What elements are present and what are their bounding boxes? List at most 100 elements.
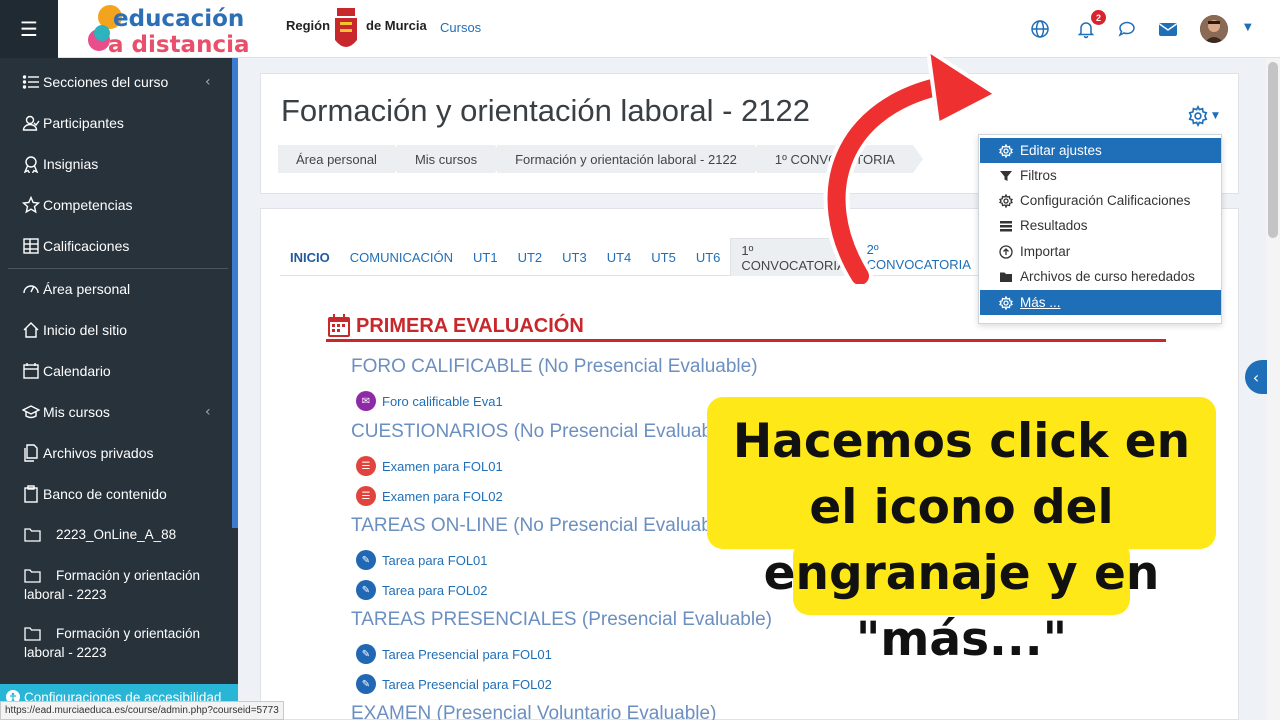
sidebar-folder[interactable]: 2223_OnLine_A_88 — [24, 525, 220, 544]
course-settings-dropdown: Editar ajustes Filtros Configuración Cal… — [978, 134, 1222, 324]
assignment-icon: ✎ — [356, 644, 376, 664]
gear-icon — [999, 193, 1013, 208]
sidebar-item-label: Calificaciones — [43, 238, 130, 254]
user-avatar[interactable] — [1200, 15, 1228, 43]
sidebar-item-label: Secciones del curso — [43, 74, 169, 90]
sidebar-item-calendario[interactable]: Calendario — [22, 359, 222, 383]
sidebar-item-participantes[interactable]: Participantes — [22, 111, 222, 135]
sidebar-folder[interactable]: Formación y orientación laboral - 2223 — [24, 566, 220, 604]
chevron-down-icon: ▼ — [1212, 111, 1219, 121]
tab-ut2[interactable]: UT2 — [508, 238, 553, 276]
activity-link[interactable]: ✉ Foro calificable Eva1 — [356, 391, 503, 411]
upload-icon — [999, 244, 1013, 259]
breadcrumb-item[interactable]: Mis cursos — [396, 145, 506, 173]
scrollbar-thumb[interactable] — [1268, 62, 1278, 238]
sidebar-item-inicio[interactable]: Inicio del sitio — [22, 318, 222, 342]
sidebar-item-mis-cursos[interactable]: Mis cursos — [22, 400, 222, 424]
activity-link[interactable]: ☰ Examen para FOL02 — [356, 486, 503, 506]
quiz-icon: ☰ — [356, 486, 376, 506]
callout-text: Hacemos click en el icono del engranaje … — [732, 414, 1191, 667]
mail-icon[interactable] — [1158, 19, 1178, 39]
breadcrumb-item[interactable]: Área personal — [278, 145, 405, 173]
breadcrumb-item[interactable]: Formación y orientación laboral - 2122 — [497, 145, 765, 173]
sidebar-item-banco-contenido[interactable]: Banco de contenido — [22, 482, 222, 506]
menu-toggle-icon[interactable]: ☰ — [0, 0, 58, 58]
chevron-left-icon[interactable]: ‹ — [205, 404, 211, 420]
section-title: TAREAS ON-LINE (No Presencial Evaluable) — [351, 515, 733, 536]
annotation-arrow — [823, 48, 998, 284]
user-menu-caret-icon[interactable]: ▼ — [1244, 22, 1252, 33]
menu-item-importar[interactable]: Importar — [980, 239, 1221, 264]
sidebar-item-area-personal[interactable]: Área personal — [22, 277, 222, 301]
murcia-crest-logo — [335, 8, 357, 47]
tab-ut5[interactable]: UT5 — [641, 238, 686, 276]
folder-icon — [1000, 272, 1012, 282]
tab-inicio[interactable]: INICIO — [280, 238, 340, 276]
activity-link[interactable]: ✎ Tarea Presencial para FOL02 — [356, 674, 552, 694]
sidebar-divider — [8, 268, 228, 269]
menu-item-editar-ajustes[interactable]: Editar ajustes — [980, 138, 1221, 163]
svg-text:educación: educación — [113, 6, 244, 32]
home-icon — [23, 322, 39, 338]
menu-item-mas[interactable]: Más ... — [980, 290, 1221, 315]
filter-icon — [1000, 170, 1012, 181]
section-title: EXAMEN (Presencial Voluntario Evaluable) — [351, 703, 717, 720]
sidebar-item-label: Archivos privados — [43, 445, 154, 461]
tab-comunicacion[interactable]: COMUNICACIÓN — [340, 238, 463, 276]
users-icon — [22, 115, 40, 131]
chevron-left-icon[interactable]: ‹ — [205, 74, 211, 90]
graduation-icon — [22, 405, 40, 419]
educacion-a-distancia-logo[interactable]: educación a distancia — [88, 2, 280, 56]
activity-link[interactable]: ✎ Tarea Presencial para FOL01 — [356, 644, 552, 664]
menu-item-resultados[interactable]: Resultados — [980, 213, 1221, 238]
tab-ut3[interactable]: UT3 — [552, 238, 597, 276]
folder-icon — [24, 627, 41, 641]
tab-ut1[interactable]: UT1 — [463, 238, 508, 276]
sidebar-item-calificaciones[interactable]: Calificaciones — [22, 234, 222, 258]
clipboard-icon — [24, 485, 38, 503]
page-title: Formación y orientación laboral - 2122 — [281, 93, 810, 128]
files-icon — [24, 444, 38, 462]
courses-link[interactable]: Cursos — [440, 20, 481, 35]
murcia-label: de Murcia — [366, 18, 427, 33]
activity-link[interactable]: ✎ Tarea para FOL02 — [356, 580, 488, 600]
dashboard-icon — [23, 285, 39, 294]
chat-icon[interactable] — [1117, 19, 1137, 39]
activity-link[interactable]: ☰ Examen para FOL01 — [356, 456, 503, 476]
notification-badge: 2 — [1091, 10, 1106, 25]
sidebar-item-archivos-privados[interactable]: Archivos privados — [22, 441, 222, 465]
sidebar-item-label: Banco de contenido — [43, 486, 167, 502]
region-label: Región — [286, 18, 331, 33]
menu-item-filtros[interactable]: Filtros — [980, 163, 1221, 188]
evaluation-heading: PRIMERA EVALUACIÓN — [326, 313, 584, 339]
activity-link[interactable]: ✎ Tarea para FOL01 — [356, 550, 488, 570]
menu-item-archivos-heredados[interactable]: Archivos de curso heredados — [980, 264, 1221, 289]
drawer-toggle-chevron-icon[interactable]: ‹ — [1245, 360, 1267, 394]
folder-icon — [24, 528, 41, 542]
menu-item-config-calificaciones[interactable]: Configuración Calificaciones — [980, 188, 1221, 213]
svg-text:a distancia: a distancia — [108, 32, 250, 56]
list-icon — [22, 75, 39, 89]
grades-icon — [23, 238, 39, 254]
sidebar-item-label: Área personal — [43, 281, 131, 297]
sidebar-folder[interactable]: Formación y orientación laboral - 2223 — [24, 624, 220, 662]
calendar-icon — [328, 314, 350, 337]
sidebar-item-insignias[interactable]: Insignias — [22, 152, 222, 176]
gear-icon — [1188, 105, 1208, 127]
sidebar-scrollbar[interactable] — [232, 58, 238, 528]
forum-icon: ✉ — [356, 391, 376, 411]
globe-icon[interactable] — [1030, 19, 1050, 39]
sidebar-item-secciones[interactable]: Secciones del curso — [22, 70, 222, 94]
course-settings-gear-button[interactable]: ▼ — [1187, 105, 1225, 127]
tab-ut6[interactable]: UT6 — [686, 238, 731, 276]
folder-icon — [24, 569, 41, 583]
gear-icon — [999, 143, 1013, 158]
sidebar-item-competencias[interactable]: Competencias — [22, 193, 222, 217]
evaluation-title: PRIMERA EVALUACIÓN — [356, 314, 584, 337]
sidebar-item-label: Mis cursos — [43, 404, 110, 420]
gear-icon — [999, 295, 1013, 310]
divider — [326, 339, 1166, 342]
sidebar-item-label: Competencias — [43, 197, 133, 213]
status-bar-url: https://ead.murciaeduca.es/course/admin.… — [0, 701, 284, 720]
tab-ut4[interactable]: UT4 — [597, 238, 642, 276]
